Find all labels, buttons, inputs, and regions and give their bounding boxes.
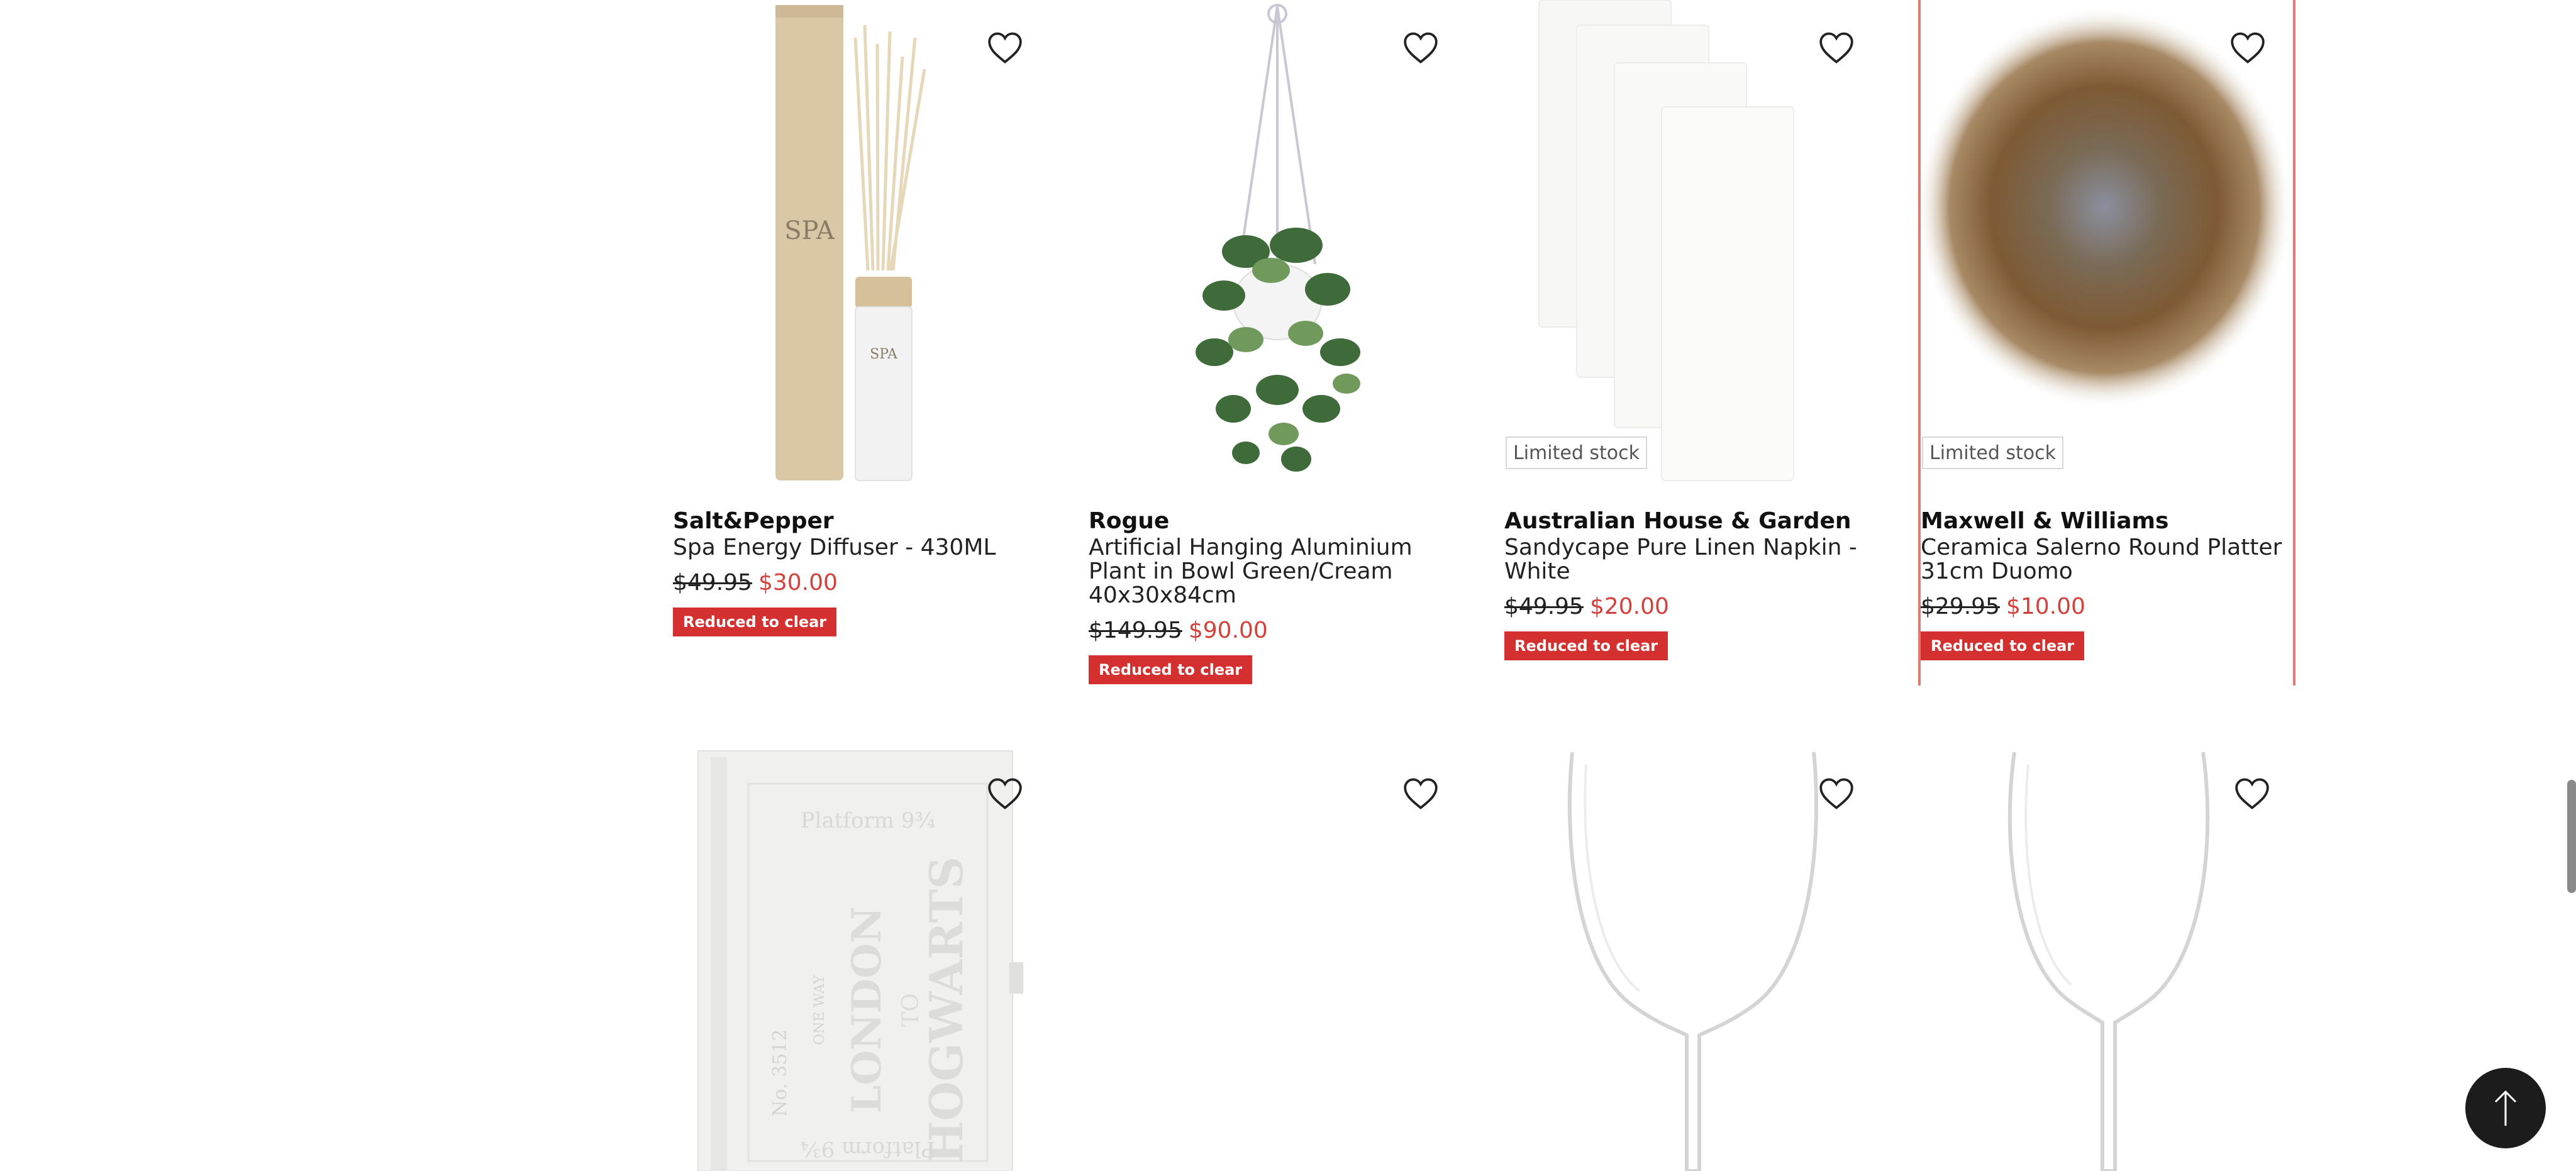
reduced-to-clear-badge: Reduced to clear [1089,655,1253,684]
wishlist-heart-icon[interactable] [1396,23,1446,73]
wishlist-heart-icon[interactable] [1811,23,1862,73]
reduced-to-clear-badge: Reduced to clear [673,608,837,636]
reduced-to-clear-badge: Reduced to clear [1921,631,2085,660]
product-info: Salt&Pepper Spa Energy Diffuser - 430ML … [673,507,1050,636]
notebook-hogwarts-text: HOGWARTS [919,857,973,1164]
product-name[interactable]: Sandycape Pure Linen Napkin - White [1504,536,1882,584]
product-prices: $29.95 $10.00 [1921,592,2298,621]
product-brand[interactable]: Rogue [1089,507,1466,536]
product-brand[interactable]: Maxwell & Williams [1921,507,2298,536]
notebook-bottom-text: Platform 9¾ [801,1136,936,1162]
product-name[interactable]: Ceramica Salerno Round Platter 31cm Duom… [1921,536,2298,584]
product-prices: $49.95 $30.00 [673,569,1050,597]
now-price: $30.00 [758,570,838,596]
was-price: $49.95 [673,570,752,596]
product-info: Maxwell & Williams Ceramica Salerno Roun… [1921,507,2298,660]
product-info: Australian House & Garden Sandycape Pure… [1504,507,1882,660]
product-prices: $49.95 $20.00 [1504,592,1882,621]
product-prices: $149.95 $90.00 [1089,616,1466,645]
now-price: $90.00 [1188,618,1268,643]
diffuser-brand-text: SPA [784,216,835,245]
was-price: $29.95 [1921,594,2000,619]
notebook-main-text: LONDON [843,907,891,1114]
was-price: $49.95 [1504,594,1584,619]
notebook-oneway-text: ONE WAY [812,975,828,1045]
was-price: $149.95 [1089,618,1182,643]
wishlist-heart-icon[interactable] [980,23,1030,73]
notebook-number-text: No. 3512 [769,1029,791,1116]
now-price: $10.00 [2006,594,2085,619]
reduced-to-clear-badge: Reduced to clear [1504,631,1668,660]
product-brand[interactable]: Australian House & Garden [1504,507,1882,536]
product-brand[interactable]: Salt&Pepper [673,507,1050,536]
page-scrollbar[interactable] [2567,780,2576,893]
product-card[interactable]: Limited stock Maxwell & Williams Ceramic… [1918,0,2296,685]
notebook-top-text: Platform 9¾ [801,808,936,833]
product-card[interactable] [1089,746,1466,1171]
limited-stock-badge: Limited stock [1922,436,2064,469]
wishlist-heart-icon[interactable] [2227,769,2277,819]
svg-text:SPA: SPA [870,347,898,362]
product-card[interactable]: Platform 9¾ LONDON TO HOGWARTS No. 3512 … [673,746,1050,1171]
product-card[interactable] [1504,746,1882,1171]
product-card[interactable]: Rogue Artificial Hanging Aluminium Plant… [1089,0,1466,685]
now-price: $20.00 [1589,594,1669,619]
product-name[interactable]: Spa Energy Diffuser - 430ML [673,536,1050,560]
wishlist-heart-icon[interactable] [1396,769,1446,819]
limited-stock-badge: Limited stock [1506,436,1648,469]
product-grid-page: SPA SPA Salt&Pepper Spa Energy Diffuser … [0,0,2576,1171]
wishlist-heart-icon[interactable] [980,769,1030,819]
back-to-top-button[interactable] [2465,1068,2546,1148]
product-card[interactable]: SPA SPA Salt&Pepper Spa Energy Diffuser … [673,0,1050,685]
wishlist-heart-icon[interactable] [1811,769,1862,819]
product-info: Rogue Artificial Hanging Aluminium Plant… [1089,507,1466,684]
arrow-up-icon [2494,1090,2517,1126]
product-name[interactable]: Artificial Hanging Aluminium Plant in Bo… [1089,536,1466,608]
wishlist-heart-icon[interactable] [2223,23,2273,73]
product-card[interactable] [1920,746,2297,1171]
product-card[interactable]: Limited stock Australian House & Garden … [1504,0,1882,685]
